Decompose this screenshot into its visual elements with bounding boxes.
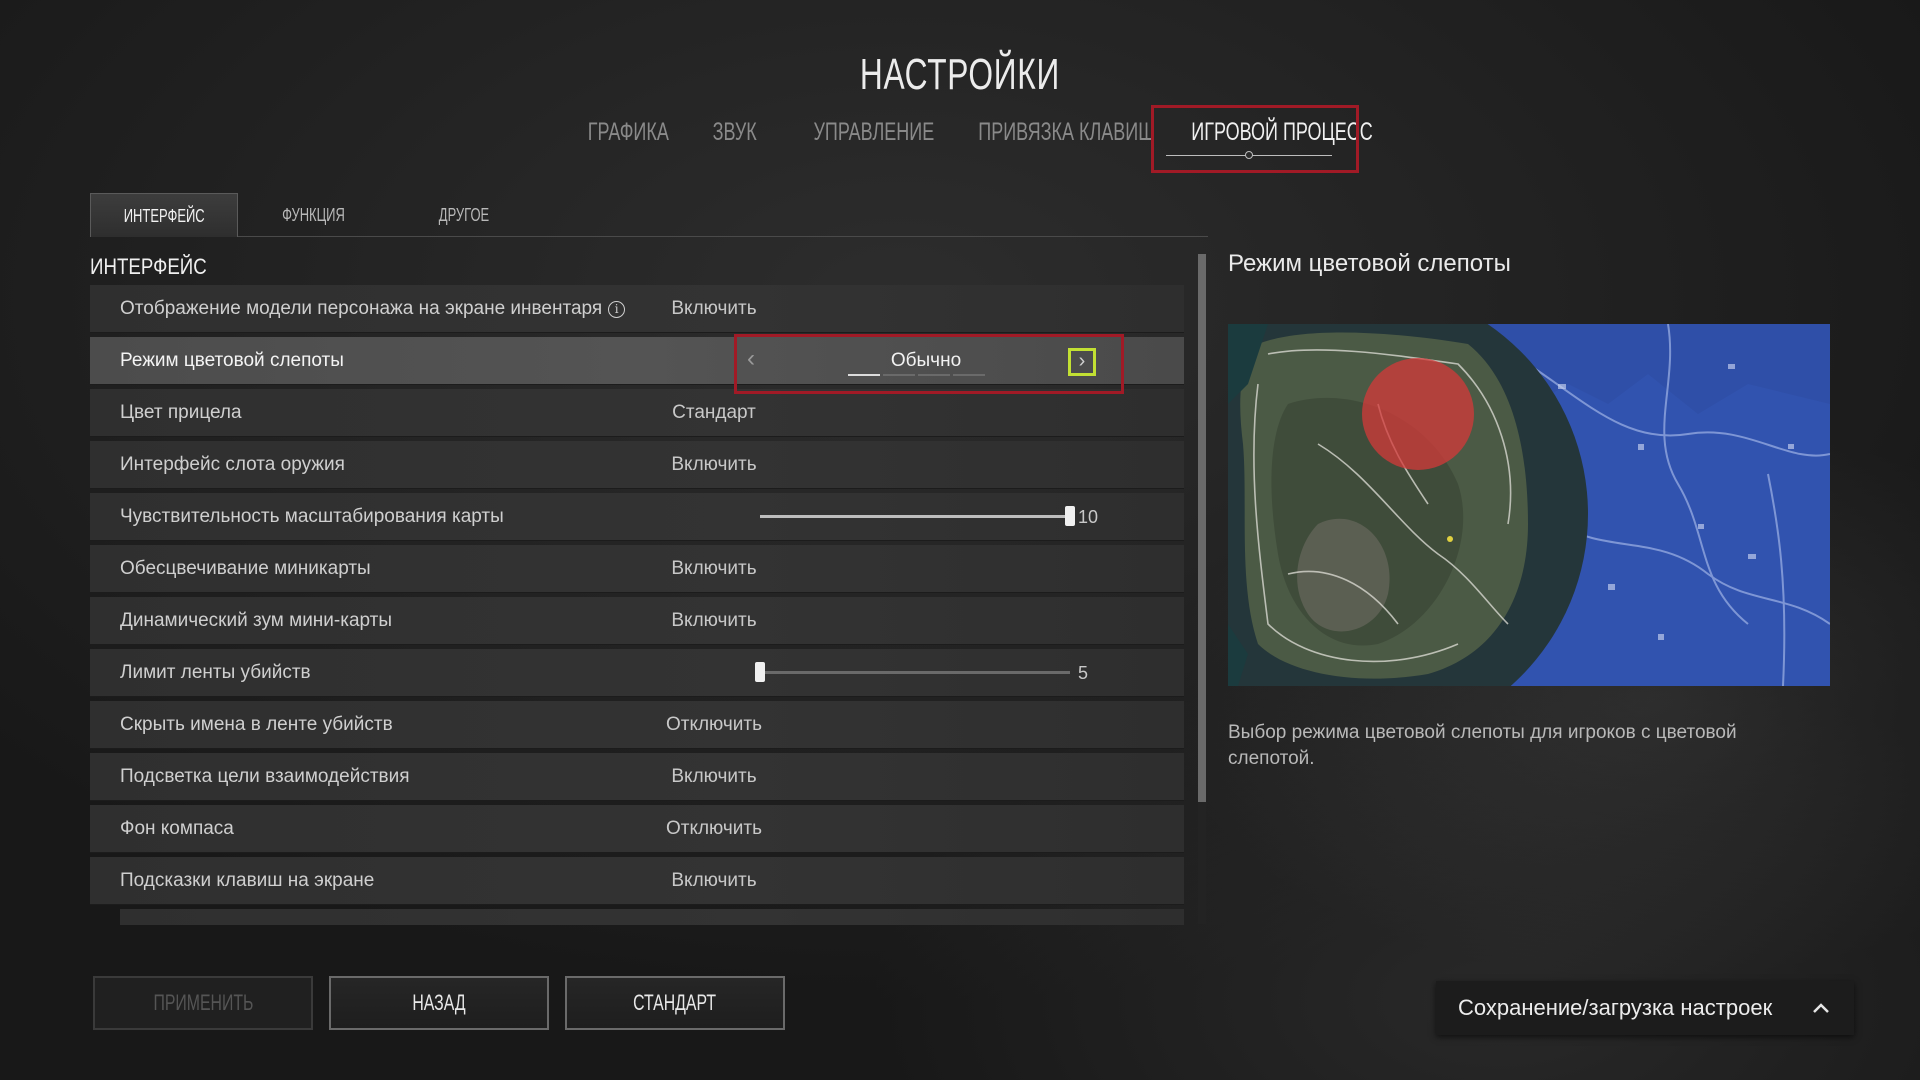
setting-row-compass-background[interactable]: Фон компаса Отключить — [90, 805, 1184, 853]
page-title: НАСТРОЙКИ — [859, 50, 1061, 99]
setting-row-inventory-model[interactable]: Отображение модели персонажа на экране и… — [90, 285, 1184, 333]
setting-label: Фон компаса — [120, 818, 234, 839]
setting-row-minimap-desaturation[interactable]: Обесцвечивание миникарты Включить — [90, 545, 1184, 593]
scrollbar-thumb[interactable] — [1198, 254, 1206, 802]
settings-scrollbar[interactable] — [1198, 254, 1206, 924]
killfeed-limit-slider[interactable] — [755, 662, 1070, 682]
setting-row-partial — [120, 909, 1184, 925]
section-title: ИНТЕРФЕЙС — [90, 254, 207, 279]
setting-label: Режим цветовой слепоты — [120, 350, 344, 371]
subtab-other[interactable]: ДРУГОЕ — [390, 193, 538, 237]
setting-row-map-zoom-sensitivity[interactable]: Чувствительность масштабирования карты 1… — [90, 493, 1184, 541]
setting-value[interactable]: Включить — [424, 597, 1004, 645]
setting-label: Цвет прицела — [120, 402, 242, 423]
main-tabs: ГРАФИКА ЗВУК УПРАВЛЕНИЕ ПРИВЯЗКА КЛАВИШ … — [0, 118, 1920, 159]
slider-value: 5 — [1078, 663, 1089, 683]
setting-label: Подсветка цели взаимодействия — [120, 766, 410, 787]
back-button[interactable]: НАЗАД — [329, 976, 549, 1030]
slider-track — [760, 671, 1070, 674]
default-button[interactable]: СТАНДАРТ — [565, 976, 785, 1030]
tab-keybindings[interactable]: ПРИВЯЗКА КЛАВИШ — [944, 118, 1154, 158]
setting-value[interactable]: Включить — [424, 857, 1004, 905]
setting-value[interactable]: Включить — [424, 285, 1004, 333]
slider-thumb[interactable] — [1065, 506, 1075, 526]
sub-tabs: ИНТЕРФЕЙС ФУНКЦИЯ ДРУГОЕ — [90, 193, 1208, 237]
gameplay-tab-highlight — [1151, 105, 1359, 173]
setting-row-interaction-highlight[interactable]: Подсветка цели взаимодействия Включить — [90, 753, 1184, 801]
setting-label: Лимит ленты убийств — [120, 662, 311, 683]
setting-label: Динамический зум мини-карты — [120, 610, 393, 631]
setting-value[interactable]: Отключить — [424, 805, 1004, 853]
setting-row-minimap-dynamic-zoom[interactable]: Динамический зум мини-карты Включить — [90, 597, 1184, 645]
setting-label: Подсказки клавиш на экране — [120, 870, 375, 891]
map-image — [1228, 324, 1830, 686]
slider-value: 10 — [1078, 507, 1099, 527]
detail-title: Режим цветовой слепоты — [1228, 250, 1511, 277]
setting-row-crosshair-color[interactable]: Цвет прицела Стандарт — [90, 389, 1184, 437]
map-zoom-slider[interactable] — [760, 506, 1075, 526]
setting-value[interactable]: Включить — [424, 753, 1004, 801]
setting-label: Чувствительность масштабирования карты — [120, 506, 504, 527]
setting-row-hide-killfeed-names[interactable]: Скрыть имена в ленте убийств Отключить — [90, 701, 1184, 749]
setting-value[interactable]: Включить — [424, 441, 1004, 489]
colorblind-selector-highlight — [734, 334, 1124, 394]
setting-value[interactable]: Включить — [424, 545, 1004, 593]
subtab-function[interactable]: ФУНКЦИЯ — [240, 193, 388, 237]
setting-row-killfeed-limit[interactable]: Лимит ленты убийств 5 — [90, 649, 1184, 697]
setting-value[interactable]: Отключить — [424, 701, 1004, 749]
tab-sound[interactable]: ЗВУК — [700, 118, 770, 158]
setting-row-weapon-slot-ui[interactable]: Интерфейс слота оружия Включить — [90, 441, 1184, 489]
setting-label: Обесцвечивание миникарты — [120, 558, 371, 579]
setting-value[interactable]: Стандарт — [424, 389, 1004, 437]
setting-label: Скрыть имена в ленте убийств — [120, 714, 393, 735]
save-load-settings-dropdown[interactable]: Сохранение/загрузка настроек — [1436, 981, 1854, 1035]
saveload-label: Сохранение/загрузка настроек — [1458, 995, 1773, 1020]
setting-row-onscreen-key-hints[interactable]: Подсказки клавиш на экране Включить — [90, 857, 1184, 905]
chevron-up-icon — [1813, 1003, 1829, 1013]
detail-description: Выбор режима цветовой слепоты для игроко… — [1228, 722, 1737, 769]
colorblind-preview-map — [1228, 324, 1830, 686]
apply-button[interactable]: ПРИМЕНИТЬ — [93, 976, 313, 1030]
slider-thumb[interactable] — [755, 662, 765, 682]
slider-fill — [760, 515, 1070, 518]
subtab-interface[interactable]: ИНТЕРФЕЙС — [90, 193, 238, 237]
setting-label: Интерфейс слота оружия — [120, 454, 345, 475]
tab-controls[interactable]: УПРАВЛЕНИЕ — [790, 118, 934, 158]
tab-graphics[interactable]: ГРАФИКА — [572, 118, 682, 158]
